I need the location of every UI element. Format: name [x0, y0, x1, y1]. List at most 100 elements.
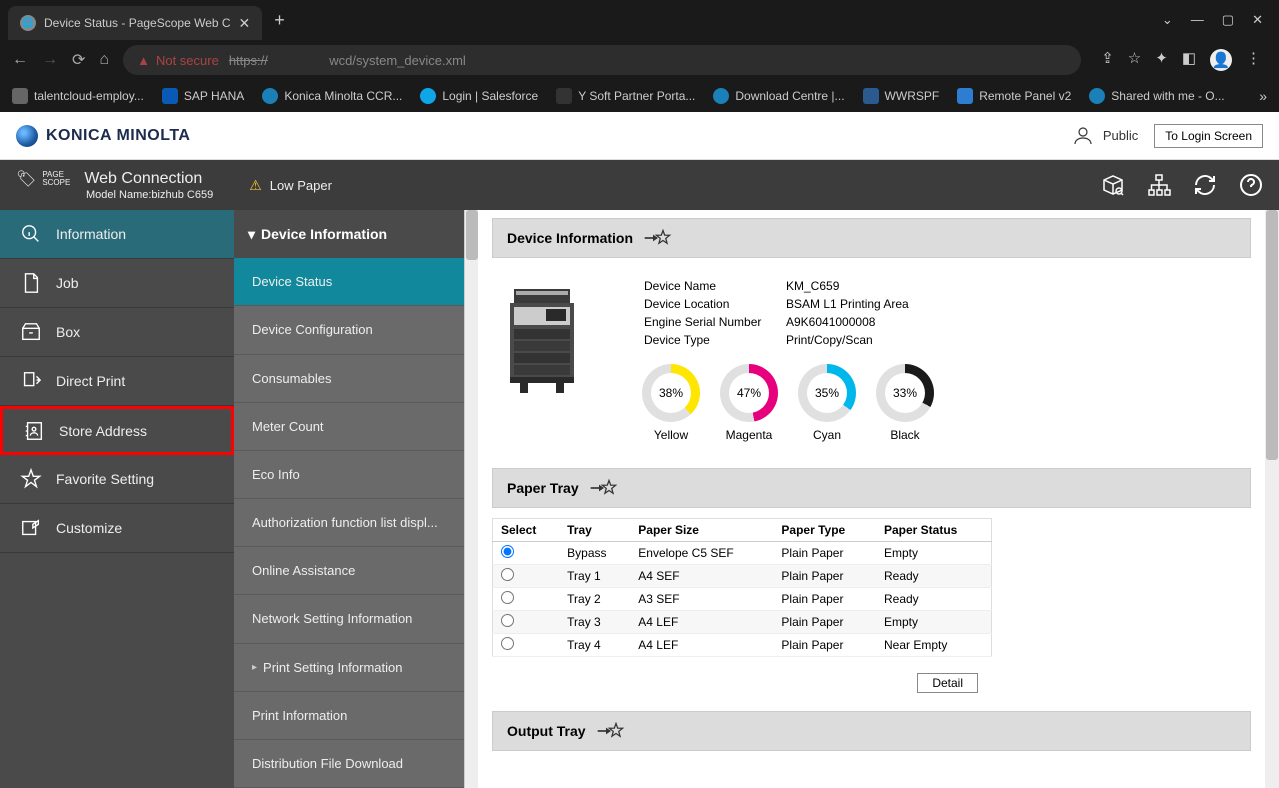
- table-cell: Envelope C5 SEF: [630, 542, 773, 565]
- section-paper-tray-header: Paper Tray: [492, 468, 1251, 508]
- sub-item-network-setting-info[interactable]: Network Setting Information: [234, 595, 464, 643]
- content-scrollbar[interactable]: [1265, 210, 1279, 788]
- table-cell: Plain Paper: [773, 634, 876, 657]
- brand-header: KONICA MINOLTA Public To Login Screen: [0, 112, 1279, 160]
- sub-item-online-assistance[interactable]: Online Assistance: [234, 547, 464, 595]
- bookmark-item[interactable]: Y Soft Partner Porta...: [556, 88, 695, 104]
- sidebar-item-label: Job: [56, 275, 79, 291]
- sub-item-device-configuration[interactable]: Device Configuration: [234, 306, 464, 354]
- table-header: Paper Size: [630, 519, 773, 542]
- toner-gauge: 38%Yellow: [642, 364, 700, 442]
- sidebar-item-direct-print[interactable]: Direct Print: [0, 357, 234, 406]
- sidebar-item-job[interactable]: Job: [0, 259, 234, 308]
- table-row: Tray 2A3 SEFPlain PaperReady: [493, 588, 992, 611]
- info-key: Engine Serial Number: [644, 314, 784, 330]
- document-icon: [20, 272, 42, 294]
- profile-avatar-icon[interactable]: 👤: [1210, 49, 1232, 71]
- info-key: Device Location: [644, 296, 784, 312]
- sidebar-item-favorite-setting[interactable]: Favorite Setting: [0, 455, 234, 504]
- tray-select-radio[interactable]: [501, 545, 514, 558]
- info-icon: [20, 223, 42, 245]
- window-close-icon[interactable]: ✕: [1252, 12, 1263, 28]
- toner-percent: 38%: [651, 373, 691, 413]
- user-label: Public: [1103, 128, 1138, 143]
- sub-item-device-status[interactable]: Device Status: [234, 258, 464, 306]
- toner-circle-icon: 35%: [798, 364, 856, 422]
- table-header: Paper Status: [876, 519, 992, 542]
- sidebar-item-store-address[interactable]: Store Address: [0, 406, 234, 455]
- bookmarks-overflow-icon[interactable]: »: [1259, 88, 1267, 104]
- not-secure-badge[interactable]: ▲ Not secure: [137, 53, 219, 68]
- share-icon[interactable]: ⇪: [1101, 49, 1114, 71]
- favorite-star-icon[interactable]: [596, 720, 626, 742]
- reload-icon[interactable]: ⟳: [72, 50, 85, 70]
- browser-tab[interactable]: 🌐 Device Status - PageScope Web C ✕: [8, 6, 262, 40]
- bookmark-item[interactable]: Download Centre |...: [713, 88, 844, 104]
- sidebar-item-label: Customize: [56, 520, 122, 536]
- bookmark-item[interactable]: Remote Panel v2: [957, 88, 1071, 104]
- sitemap-icon[interactable]: [1147, 173, 1171, 197]
- sub-item-print-information[interactable]: Print Information: [234, 692, 464, 740]
- bookmark-item[interactable]: WWRSPF: [863, 88, 940, 104]
- refresh-icon[interactable]: [1193, 173, 1217, 197]
- not-secure-text: Not secure: [156, 53, 219, 68]
- tray-select-radio[interactable]: [501, 591, 514, 604]
- section-device-information-header: Device Information: [492, 218, 1251, 258]
- info-value: KM_C659: [786, 278, 917, 294]
- bookmark-item[interactable]: talentcloud-employ...: [12, 88, 144, 104]
- sub-sidebar-scrollbar[interactable]: [464, 210, 478, 788]
- favorite-star-icon[interactable]: [589, 477, 619, 499]
- pagescope-logo-icon: 🏷: [16, 169, 36, 189]
- back-icon[interactable]: ←: [12, 51, 28, 69]
- bookmark-item[interactable]: Konica Minolta CCR...: [262, 88, 402, 104]
- minimize-icon[interactable]: —: [1191, 12, 1204, 28]
- table-cell: A4 LEF: [630, 634, 773, 657]
- close-tab-icon[interactable]: ✕: [239, 15, 251, 32]
- sub-item-eco-info[interactable]: Eco Info: [234, 451, 464, 499]
- forward-icon[interactable]: →: [42, 51, 58, 69]
- home-icon[interactable]: ⌂: [99, 51, 109, 69]
- user-icon: [1071, 124, 1095, 148]
- app-title: Web Connection: [84, 170, 202, 188]
- extensions-icon[interactable]: ✦: [1155, 49, 1168, 71]
- url-bar[interactable]: ▲ Not secure https:// wcd/system_device.…: [123, 45, 1081, 75]
- status-text: Low Paper: [270, 178, 332, 193]
- sub-sidebar-header[interactable]: ▾ Device Information: [234, 210, 464, 258]
- sidebar-item-label: Box: [56, 324, 80, 340]
- chevron-down-icon[interactable]: ⌄: [1162, 12, 1173, 28]
- toner-label: Cyan: [813, 428, 841, 442]
- sub-item-meter-count[interactable]: Meter Count: [234, 403, 464, 451]
- sub-item-consumables[interactable]: Consumables: [234, 355, 464, 403]
- maximize-icon[interactable]: ▢: [1222, 12, 1234, 28]
- browser-nav-bar: ← → ⟳ ⌂ ▲ Not secure https:// wcd/system…: [0, 40, 1279, 80]
- login-screen-button[interactable]: To Login Screen: [1154, 124, 1263, 148]
- sub-item-distribution-file-download[interactable]: Distribution File Download: [234, 740, 464, 788]
- bookmark-star-icon[interactable]: ☆: [1128, 49, 1141, 71]
- sidepanel-icon[interactable]: ◧: [1182, 49, 1196, 71]
- new-tab-button[interactable]: +: [274, 10, 285, 31]
- box-search-icon[interactable]: [1101, 173, 1125, 197]
- sidebar-item-customize[interactable]: Customize: [0, 504, 234, 553]
- help-icon[interactable]: [1239, 173, 1263, 197]
- main-sidebar: Information Job Box Direct Print Store A…: [0, 210, 234, 788]
- kebab-menu-icon[interactable]: ⋮: [1246, 49, 1261, 71]
- sub-item-print-setting-info[interactable]: Print Setting Information: [234, 644, 464, 692]
- sub-item-authorization-function[interactable]: Authorization function list displ...: [234, 499, 464, 547]
- table-cell: A3 SEF: [630, 588, 773, 611]
- tray-select-radio[interactable]: [501, 614, 514, 627]
- bookmark-label: Login | Salesforce: [442, 89, 538, 103]
- info-key: Device Type: [644, 332, 784, 348]
- bookmark-item[interactable]: SAP HANA: [162, 88, 244, 104]
- tray-select-radio[interactable]: [501, 568, 514, 581]
- bookmark-item[interactable]: Login | Salesforce: [420, 88, 538, 104]
- sidebar-item-box[interactable]: Box: [0, 308, 234, 357]
- favorite-star-icon[interactable]: [643, 227, 673, 249]
- bookmark-label: Y Soft Partner Porta...: [578, 89, 695, 103]
- table-row: BypassEnvelope C5 SEFPlain PaperEmpty: [493, 542, 992, 565]
- table-cell: Ready: [876, 565, 992, 588]
- bookmark-item[interactable]: Shared with me - O...: [1089, 88, 1224, 104]
- sidebar-item-information[interactable]: Information: [0, 210, 234, 259]
- detail-button[interactable]: Detail: [917, 673, 978, 693]
- tray-select-radio[interactable]: [501, 637, 514, 650]
- printer-image: [492, 276, 602, 406]
